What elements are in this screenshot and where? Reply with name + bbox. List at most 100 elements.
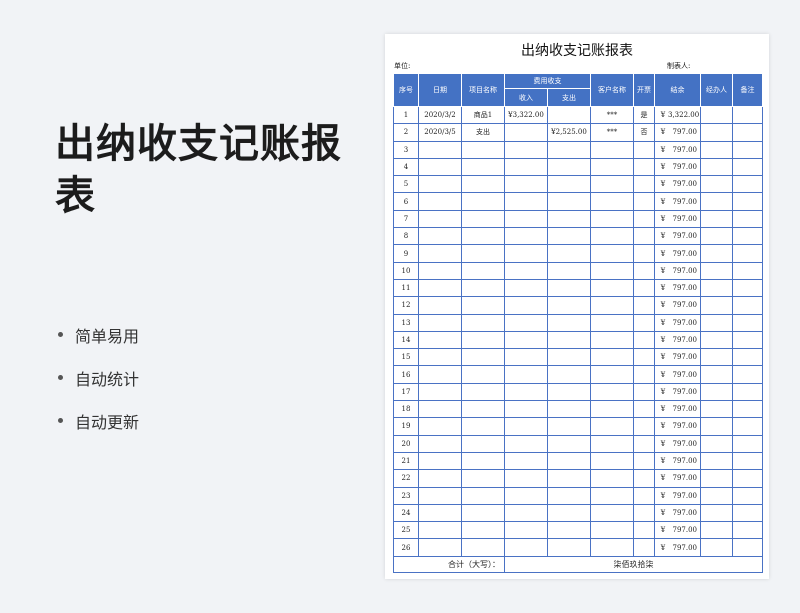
- cell-remark: [732, 503, 763, 523]
- cell-date: [418, 365, 462, 384]
- table-row: 3 ¥797.00: [393, 140, 763, 159]
- cell-invoice: [633, 365, 655, 384]
- cell-balance: ¥797.00: [654, 227, 701, 246]
- cell-customer: [590, 451, 634, 471]
- cell-handler: [700, 175, 733, 194]
- cell-customer: [590, 278, 634, 298]
- currency-symbol: ¥: [660, 457, 666, 466]
- header-balance: 结余: [654, 73, 701, 107]
- currency-symbol: ¥: [660, 145, 666, 154]
- cell-invoice: [633, 503, 655, 523]
- feature-item: 自动更新: [58, 399, 139, 442]
- cell-customer: [590, 330, 634, 350]
- cell-balance: ¥797.00: [654, 278, 701, 298]
- cell-handler: [700, 538, 733, 557]
- balance-amount: 797.00: [672, 301, 698, 310]
- cell-date: [418, 486, 462, 505]
- cell-income: [504, 451, 548, 471]
- table-row: 9 ¥797.00: [393, 244, 763, 263]
- cell-date: [418, 469, 462, 488]
- cell-customer: [590, 434, 634, 453]
- cell-balance: ¥797.00: [654, 348, 701, 367]
- cell-balance: ¥797.00: [654, 209, 701, 229]
- cell-expense: [547, 192, 591, 211]
- page-title: 出纳收支记账报表: [55, 121, 342, 219]
- cell-no: 13: [393, 313, 419, 332]
- cell-balance: ¥797.00: [654, 538, 701, 557]
- header-income: 收入: [504, 88, 548, 107]
- feature-item: 自动统计: [58, 356, 139, 399]
- cell-no: 3: [393, 140, 419, 159]
- cell-invoice: 否: [633, 123, 655, 142]
- cell-income: [504, 434, 548, 453]
- cell-balance: ¥797.00: [654, 261, 701, 280]
- cell-income: [504, 140, 548, 159]
- cell-remark: [732, 486, 763, 505]
- cell-balance: ¥797.00: [654, 451, 701, 471]
- cell-date: 2020/3/5: [418, 123, 462, 142]
- cell-item: [461, 209, 505, 229]
- cell-no: 20: [393, 434, 419, 453]
- ledger-table: 序号 日期 项目名称 费用收支 客户名称 开票 结余 经办人 备注 收入 支出 …: [393, 73, 763, 573]
- cell-no: 26: [393, 538, 419, 557]
- cell-handler: [700, 157, 733, 177]
- cell-remark: [732, 157, 763, 177]
- cell-expense: [547, 486, 591, 505]
- header-invoice: 开票: [633, 73, 655, 107]
- cell-balance: ¥797.00: [654, 330, 701, 350]
- table-row: 16 ¥797.00: [393, 365, 763, 384]
- cell-customer: [590, 348, 634, 367]
- currency-symbol: ¥: [660, 232, 666, 241]
- cell-income: [504, 313, 548, 332]
- currency-symbol: ¥: [660, 422, 666, 431]
- balance-amount: 797.00: [672, 474, 698, 483]
- cell-item: [461, 278, 505, 298]
- cell-invoice: [633, 469, 655, 488]
- table-row: 23 ¥797.00: [393, 486, 763, 505]
- cell-date: [418, 313, 462, 332]
- cell-remark: [732, 382, 763, 402]
- cell-income: [504, 538, 548, 557]
- cell-remark: [732, 209, 763, 229]
- cell-expense: [547, 451, 591, 471]
- cell-expense: [547, 105, 591, 125]
- cell-remark: [732, 123, 763, 142]
- cell-balance: ¥797.00: [654, 365, 701, 384]
- cell-invoice: [633, 227, 655, 246]
- cell-invoice: [633, 538, 655, 557]
- cell-handler: [700, 296, 733, 315]
- cell-handler: [700, 330, 733, 350]
- cell-no: 1: [393, 105, 419, 125]
- cell-item: [461, 261, 505, 280]
- cell-expense: [547, 365, 591, 384]
- balance-amount: 797.00: [672, 197, 698, 206]
- header-handler: 经办人: [700, 73, 733, 107]
- header-item: 项目名称: [461, 73, 505, 107]
- cell-item: 支出: [461, 123, 505, 142]
- cell-expense: [547, 296, 591, 315]
- cell-customer: [590, 157, 634, 177]
- cell-remark: [732, 278, 763, 298]
- cell-expense: [547, 434, 591, 453]
- table-row: 5 ¥797.00: [393, 175, 763, 194]
- cell-income: [504, 521, 548, 540]
- cell-date: [418, 296, 462, 315]
- cell-invoice: [633, 451, 655, 471]
- balance-amount: 797.00: [672, 163, 698, 172]
- cell-invoice: [633, 434, 655, 453]
- cell-expense: [547, 521, 591, 540]
- cell-item: [461, 244, 505, 263]
- cell-handler: [700, 451, 733, 471]
- cell-item: [461, 296, 505, 315]
- cell-no: 7: [393, 209, 419, 229]
- cell-income: [504, 209, 548, 229]
- cell-date: [418, 382, 462, 402]
- cell-income: [504, 192, 548, 211]
- currency-symbol: ¥: [660, 266, 666, 275]
- cell-customer: ***: [590, 105, 634, 125]
- cell-balance: ¥797.00: [654, 486, 701, 505]
- balance-amount: 797.00: [672, 232, 698, 241]
- header-date: 日期: [418, 73, 462, 107]
- cell-invoice: [633, 382, 655, 402]
- balance-amount: 797.00: [672, 422, 698, 431]
